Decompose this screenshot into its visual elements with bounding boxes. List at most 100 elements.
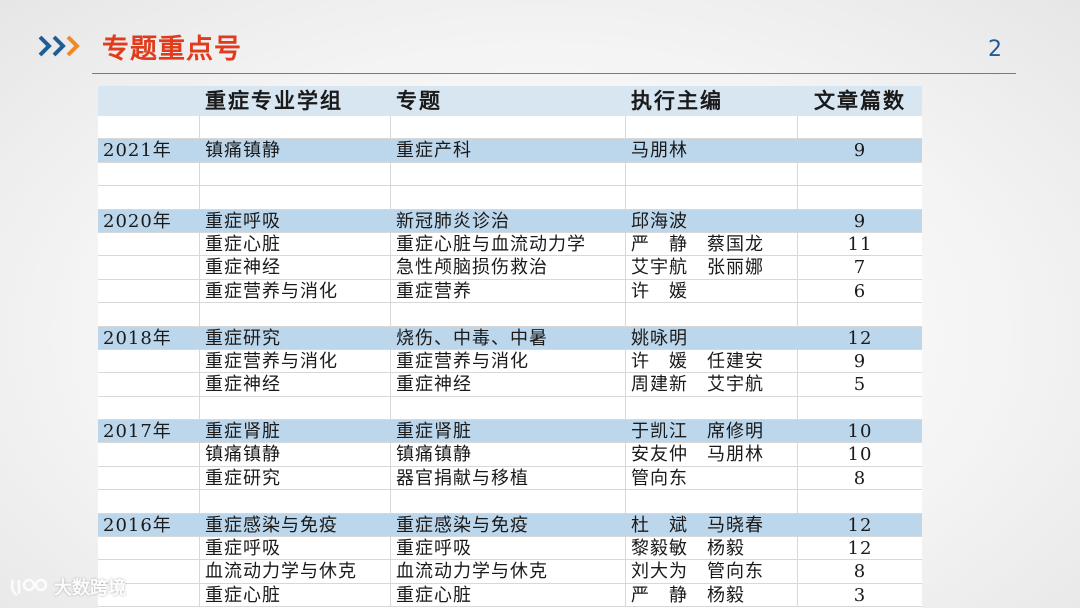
- header-editor: 执行主编: [631, 89, 723, 113]
- cell-group: 重症研究: [200, 327, 391, 350]
- cell-topic: 镇痛镇静: [391, 443, 626, 467]
- cell-count: 12: [798, 514, 922, 538]
- table-row: 镇痛镇静 镇痛镇静 安友仲 马朋林 10: [98, 443, 922, 467]
- cell-editor: 杜 斌 马晓春: [626, 514, 798, 538]
- slide-title: 专题重点号: [102, 34, 242, 65]
- cell-group: 重症心脏: [200, 232, 391, 257]
- cell-topic: 重症神经: [391, 373, 626, 397]
- cell-count: 11: [798, 233, 922, 257]
- cell-topic: 急性颅脑损伤救治: [391, 256, 626, 280]
- table-row: [98, 116, 922, 140]
- table-body: 2021年 镇痛镇静 重症产科 马朋林 9 2020年 重症呼吸 新冠肺炎诊治 邱海波 9 重症心脏…: [98, 116, 922, 608]
- cell-topic: 重症营养: [391, 279, 626, 304]
- table-row: 重症神经 重症神经 周建新 艾宇航 5: [98, 373, 922, 397]
- dashuju-logo-icon: [10, 578, 48, 597]
- cell-year: [98, 537, 200, 561]
- year-row: 2016年 重症感染与免疫 重症感染与免疫杜 斌 马晓春 12: [98, 513, 922, 538]
- cell-editor: 姚咏明: [626, 327, 798, 350]
- cell-year: 2021年: [98, 139, 200, 163]
- cell-year: 2017年: [98, 420, 200, 444]
- cell-group: [200, 116, 391, 140]
- cell-topic: 重症心脏与血流动力学: [391, 232, 626, 257]
- cell-year: 2020年: [98, 210, 200, 233]
- cell-editor: 严 静 杨毅: [626, 583, 798, 608]
- cell-topic: 新冠肺炎诊治: [391, 210, 626, 233]
- cell-year: [98, 490, 200, 514]
- cell-topic: 重症呼吸: [391, 537, 626, 561]
- watermark: 大数跨境: [10, 574, 126, 600]
- cell-year: [98, 256, 200, 280]
- cell-topic: [391, 303, 626, 327]
- cell-year: [98, 396, 200, 421]
- cell-topic: [391, 186, 626, 210]
- cell-group: 重症呼吸: [200, 210, 391, 233]
- header-year: [98, 86, 200, 116]
- cell-editor: [626, 490, 798, 514]
- cell-group: [200, 186, 391, 210]
- title-divider: [92, 73, 1016, 74]
- cell-group: 重症神经: [200, 256, 391, 280]
- cell-editor: [626, 186, 798, 210]
- cell-count: 10: [798, 443, 922, 467]
- cell-count: 8: [798, 560, 922, 584]
- cell-year: [98, 303, 200, 327]
- cell-year: [98, 232, 200, 257]
- cell-topic: 血流动力学与休克: [391, 560, 626, 584]
- cell-editor: [626, 116, 798, 140]
- table-row: [98, 396, 922, 421]
- cell-count: [798, 116, 922, 140]
- cell-count: 12: [798, 537, 922, 561]
- table-row: 重症营养与消化 重症营养与消化许 媛 任建安 9: [98, 349, 922, 374]
- year-row: 2020年 重症呼吸 新冠肺炎诊治 邱海波 9: [98, 209, 922, 233]
- cell-topic: [391, 162, 626, 187]
- table-row: [98, 162, 922, 187]
- table-row: 血流动力学与休克 血流动力学与休克 刘大为 管向东 8: [98, 560, 922, 584]
- cell-topic: [391, 490, 626, 514]
- cell-editor: [626, 396, 798, 421]
- cell-group: 重症神经: [200, 373, 391, 397]
- year-row: 2017年 重症肾脏 重症肾脏 于凯江 席修明 10: [98, 420, 922, 444]
- cell-group: 重症营养与消化: [200, 279, 391, 304]
- chevron-arrows-icon: [38, 35, 80, 57]
- table-row: 重症研究 器官捐献与移植 管向东 8: [98, 466, 922, 491]
- cell-editor: 安友仲 马朋林: [626, 443, 798, 467]
- cell-topic: 重症肾脏: [391, 420, 626, 444]
- cell-editor: 周建新 艾宇航: [626, 373, 798, 397]
- cell-year: [98, 116, 200, 140]
- cell-count: 9: [798, 350, 922, 374]
- cell-topic: 重症感染与免疫: [391, 514, 626, 538]
- topics-table: 重症专业学组 专题 执行主编 文章篇数 2021年 镇痛镇静 重症产科 马朋林 9 202…: [98, 86, 922, 608]
- cell-group: [200, 490, 391, 514]
- cell-year: [98, 162, 200, 187]
- cell-count: 6: [798, 280, 922, 304]
- cell-topic: 烧伤、中毒、中暑: [391, 327, 626, 350]
- cell-count: 5: [798, 373, 922, 397]
- cell-group: 重症营养与消化: [200, 349, 391, 374]
- cell-count: 9: [798, 139, 922, 163]
- cell-count: [798, 303, 922, 327]
- cell-group: 镇痛镇静: [200, 443, 391, 467]
- cell-editor: 邱海波: [626, 210, 798, 233]
- cell-count: 3: [798, 584, 922, 608]
- watermark-text: 大数跨境: [54, 578, 126, 599]
- cell-topic: 重症营养与消化: [391, 349, 626, 374]
- cell-count: 8: [798, 467, 922, 491]
- table-row: 重症心脏 重症心脏严 静 杨毅 3: [98, 583, 922, 608]
- cell-year: [98, 186, 200, 210]
- cell-editor: [626, 162, 798, 187]
- header-count: 文章篇数: [814, 89, 906, 113]
- cell-group: 重症肾脏: [200, 420, 391, 444]
- cell-year: 2016年: [98, 514, 200, 538]
- header-group: 重症专业学组: [205, 89, 343, 113]
- table-row: 重症神经 急性颅脑损伤救治 艾宇航 张丽娜 7: [98, 256, 922, 280]
- cell-count: 12: [798, 327, 922, 350]
- cell-topic: [391, 116, 626, 140]
- cell-group: 血流动力学与休克: [200, 560, 391, 584]
- cell-group: 重症研究: [200, 466, 391, 491]
- cell-editor: 刘大为 管向东: [626, 560, 798, 584]
- cell-editor: 艾宇航 张丽娜: [626, 256, 798, 280]
- cell-editor: 于凯江 席修明: [626, 420, 798, 444]
- cell-topic: 重症产科: [391, 139, 626, 163]
- cell-topic: [391, 396, 626, 421]
- cell-group: [200, 162, 391, 187]
